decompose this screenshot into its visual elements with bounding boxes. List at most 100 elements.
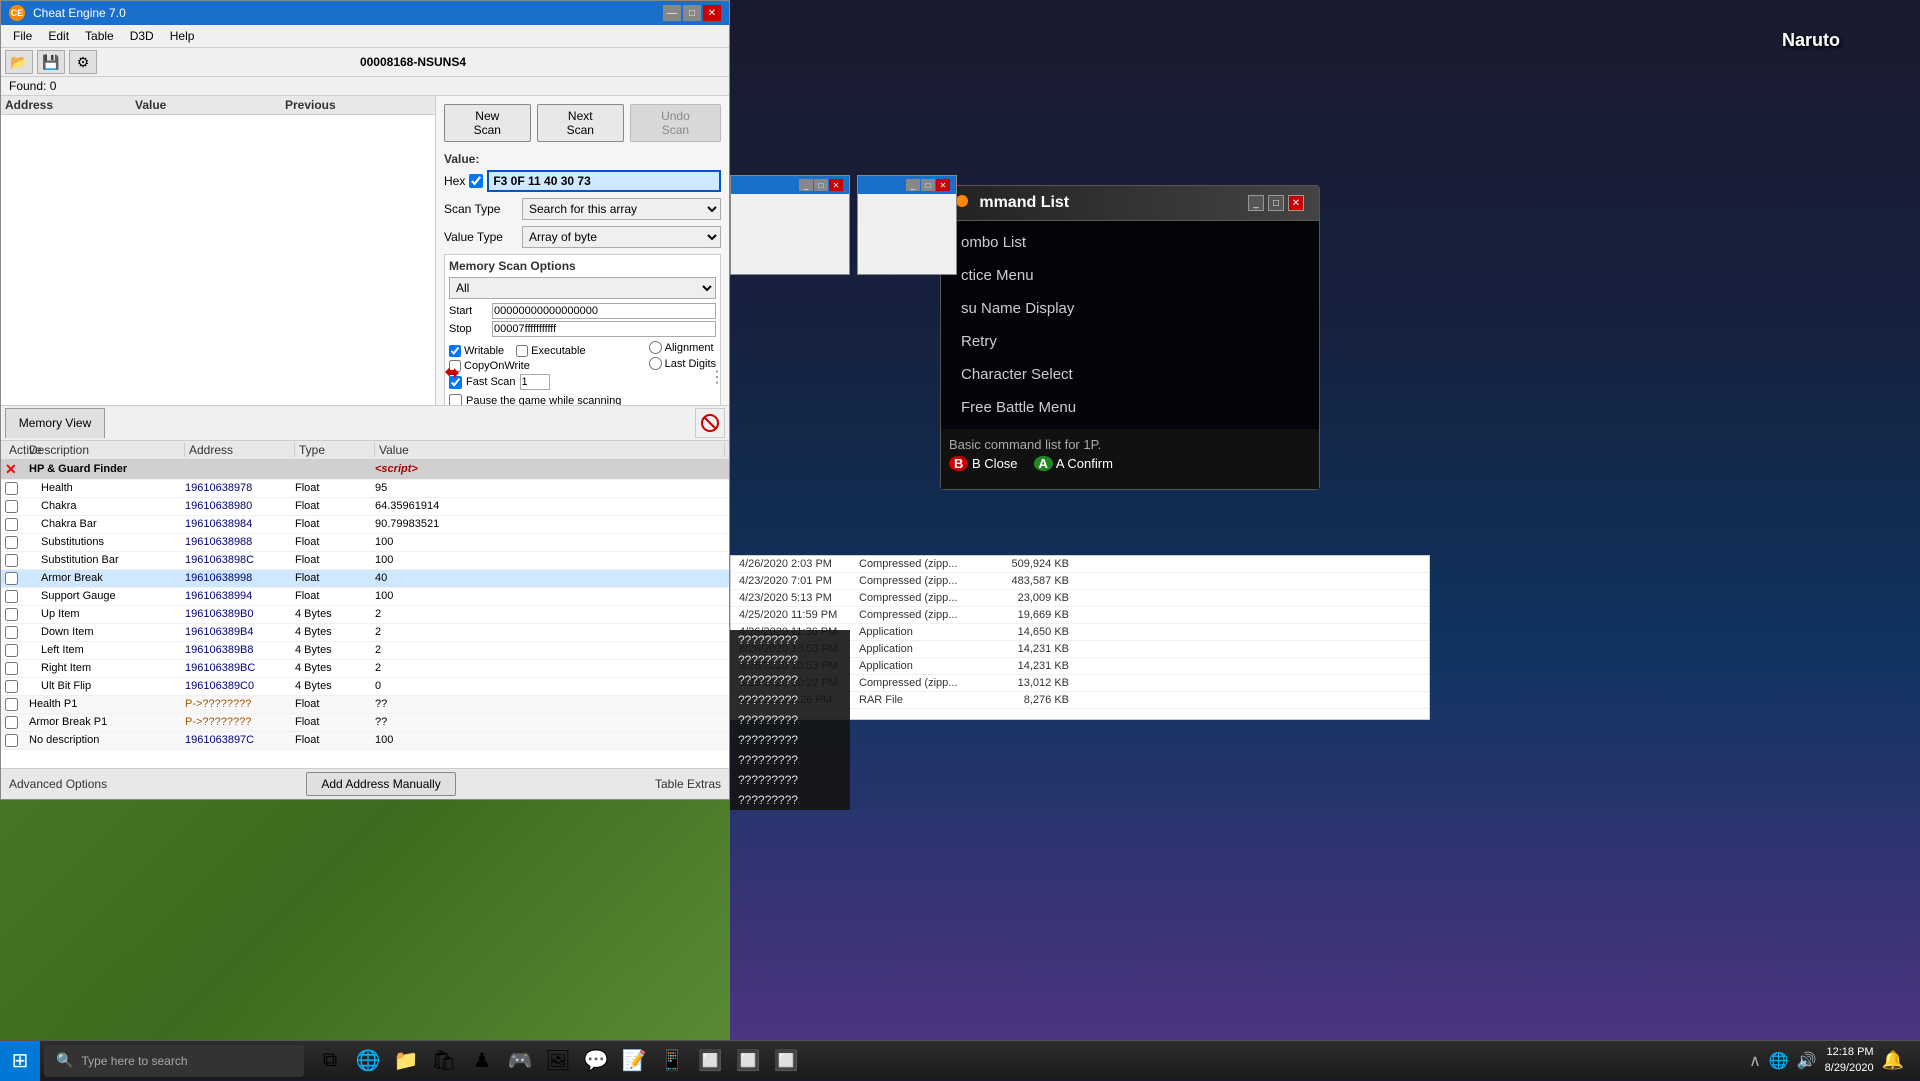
- list-item[interactable]: ?????????: [730, 710, 850, 730]
- row-checkbox[interactable]: [5, 536, 18, 549]
- menu-help[interactable]: Help: [162, 27, 203, 45]
- row-checkbox[interactable]: [5, 608, 18, 621]
- row-checkbox[interactable]: [5, 644, 18, 657]
- cmd-item-combo[interactable]: ombo List: [941, 226, 1319, 259]
- toolbar-save-btn[interactable]: 💾: [37, 50, 65, 74]
- table-row[interactable]: Left Item 196106389B8 4 Bytes 2: [1, 642, 729, 660]
- cmd-minimize-btn[interactable]: _: [1248, 195, 1264, 211]
- hex-checkbox[interactable]: [469, 174, 483, 188]
- row-checkbox[interactable]: [5, 698, 18, 711]
- row-checkbox[interactable]: [5, 500, 18, 513]
- sdlg2-minimize-btn[interactable]: _: [906, 179, 920, 191]
- sdlg-maximize-btn[interactable]: □: [814, 179, 828, 191]
- table-row[interactable]: Health 19610638978 Float 95: [1, 480, 729, 498]
- file-row[interactable]: 4/26/2020 2:03 PM Compressed (zipp... 50…: [731, 556, 1429, 573]
- table-row[interactable]: ✕ HP & Guard Finder <script>: [1, 460, 729, 480]
- start-input[interactable]: [492, 303, 716, 319]
- taskbar-discord-btn[interactable]: 💬: [578, 1043, 614, 1079]
- taskbar-phone-btn[interactable]: 📱: [654, 1043, 690, 1079]
- fast-scan-input[interactable]: [520, 374, 550, 390]
- row-checkbox[interactable]: [5, 482, 18, 495]
- executable-checkbox[interactable]: [516, 345, 528, 357]
- list-item[interactable]: ?????????: [730, 650, 850, 670]
- advanced-options-button[interactable]: Advanced Options: [9, 777, 107, 791]
- cmd-item-retry[interactable]: Retry: [941, 325, 1319, 358]
- toolbar-open-btn[interactable]: 📂: [5, 50, 33, 74]
- table-row[interactable]: No description 1961063897C Float 100: [1, 732, 729, 750]
- row-checkbox[interactable]: [5, 518, 18, 531]
- list-item[interactable]: ?????????: [730, 690, 850, 710]
- row-checkbox[interactable]: [5, 734, 18, 747]
- memory-type-select[interactable]: All: [449, 277, 716, 299]
- cmd-item-jutsu[interactable]: su Name Display: [941, 292, 1319, 325]
- pause-checkbox[interactable]: [449, 394, 462, 405]
- menu-d3d[interactable]: D3D: [122, 27, 162, 45]
- row-checkbox[interactable]: [5, 554, 18, 567]
- taskbar-vscode-btn[interactable]: 📝: [616, 1043, 652, 1079]
- table-row[interactable]: Right Item 196106389BC 4 Bytes 2: [1, 660, 729, 678]
- no-icon[interactable]: [695, 408, 725, 438]
- alignment-radio-input[interactable]: [649, 341, 662, 354]
- value-type-select[interactable]: Array of byte 4 Bytes Float: [522, 226, 721, 248]
- taskbar-app3-btn[interactable]: 🔲: [768, 1043, 804, 1079]
- notifications-icon[interactable]: 🔔: [1882, 1050, 1904, 1071]
- row-checkbox[interactable]: [5, 590, 18, 603]
- taskbar-store-btn[interactable]: 🛍: [426, 1043, 462, 1079]
- value-input[interactable]: [487, 170, 721, 192]
- toolbar-settings-btn[interactable]: ⚙: [69, 50, 97, 74]
- menu-file[interactable]: File: [5, 27, 40, 45]
- undo-scan-button[interactable]: Undo Scan: [630, 104, 721, 142]
- tray-volume-icon[interactable]: 🔊: [1797, 1051, 1817, 1071]
- taskbar-clock[interactable]: 12:18 PM 8/29/2020: [1825, 1045, 1874, 1076]
- list-item[interactable]: ?????????: [730, 670, 850, 690]
- table-row[interactable]: Chakra Bar 19610638984 Float 90.79983521: [1, 516, 729, 534]
- table-extras-button[interactable]: Table Extras: [655, 777, 721, 791]
- table-row[interactable]: Ult Bit Flip 196106389C0 4 Bytes 0: [1, 678, 729, 696]
- taskbar-app2-btn[interactable]: 🔲: [730, 1043, 766, 1079]
- cmd-maximize-btn[interactable]: □: [1268, 195, 1284, 211]
- sdlg2-close-btn[interactable]: ✕: [936, 179, 950, 191]
- table-row[interactable]: Armor Break P1 P->???????? Float ??: [1, 714, 729, 732]
- table-row[interactable]: Chakra 19610638980 Float 64.35961914: [1, 498, 729, 516]
- tray-network-icon[interactable]: 🌐: [1769, 1051, 1789, 1071]
- list-item[interactable]: ?????????: [730, 630, 850, 650]
- row-checkbox[interactable]: [5, 626, 18, 639]
- taskbar-app1-btn[interactable]: 🔲: [692, 1043, 728, 1079]
- cmd-item-practice[interactable]: ctice Menu: [941, 259, 1319, 292]
- list-item[interactable]: ?????????: [730, 770, 850, 790]
- taskbar-game-btn[interactable]: 🎮: [502, 1043, 538, 1079]
- scan-type-select[interactable]: Search for this array Exact Value Bigger…: [522, 198, 721, 220]
- cmd-item-char-select[interactable]: Character Select: [941, 358, 1319, 391]
- menu-table[interactable]: Table: [77, 27, 122, 45]
- table-row[interactable]: Support Gauge 19610638994 Float 100: [1, 588, 729, 606]
- file-row[interactable]: 4/23/2020 7:01 PM Compressed (zipp... 48…: [731, 573, 1429, 590]
- table-row[interactable]: Up Item 196106389B0 4 Bytes 2: [1, 606, 729, 624]
- maximize-btn[interactable]: □: [683, 5, 701, 21]
- sdlg-minimize-btn[interactable]: _: [799, 179, 813, 191]
- row-checkbox[interactable]: [5, 716, 18, 729]
- table-row[interactable]: Substitutions 19610638988 Float 100: [1, 534, 729, 552]
- tray-expand-icon[interactable]: ∧: [1749, 1051, 1761, 1071]
- cmd-item-free-battle[interactable]: Free Battle Menu: [941, 391, 1319, 424]
- menu-edit[interactable]: Edit: [40, 27, 77, 45]
- list-item[interactable]: ?????????: [730, 790, 850, 810]
- cmd-close-btn[interactable]: ✕: [1288, 195, 1304, 211]
- sdlg2-maximize-btn[interactable]: □: [921, 179, 935, 191]
- file-row[interactable]: 4/25/2020 11:59 PM Compressed (zipp... 1…: [731, 607, 1429, 624]
- sdlg-close-btn[interactable]: ✕: [829, 179, 843, 191]
- table-row[interactable]: Down Item 196106389B4 4 Bytes 2: [1, 624, 729, 642]
- row-checkbox[interactable]: [5, 680, 18, 693]
- taskbar-search[interactable]: 🔍 Type here to search: [44, 1045, 304, 1077]
- stop-input[interactable]: [492, 321, 716, 337]
- minimize-btn[interactable]: —: [663, 5, 681, 21]
- row-checkbox[interactable]: [5, 662, 18, 675]
- start-button[interactable]: ⊞: [0, 1041, 40, 1081]
- last-digits-radio-input[interactable]: [649, 357, 662, 370]
- list-item[interactable]: ?????????: [730, 750, 850, 770]
- taskbar-photoshop-btn[interactable]: 🖼: [540, 1043, 576, 1079]
- table-row[interactable]: Substitution Bar 1961063898C Float 100: [1, 552, 729, 570]
- writable-checkbox[interactable]: [449, 345, 461, 357]
- list-item[interactable]: ?????????: [730, 730, 850, 750]
- taskbar-edge-btn[interactable]: 🌐: [350, 1043, 386, 1079]
- add-address-button[interactable]: Add Address Manually: [306, 772, 455, 796]
